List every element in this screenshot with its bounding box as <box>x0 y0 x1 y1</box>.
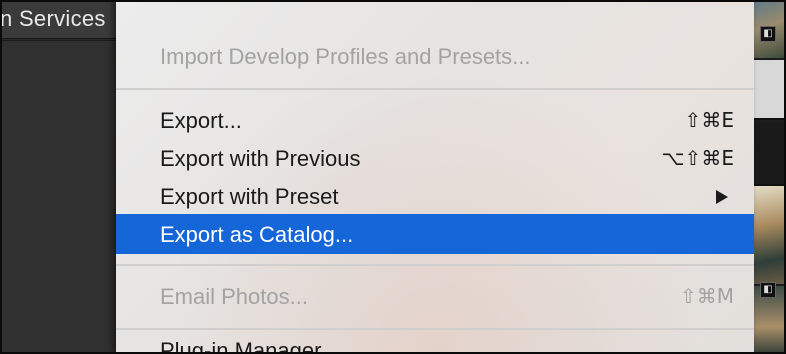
badge-icon: ◧ <box>760 26 776 42</box>
divider <box>754 184 786 186</box>
badge-icon: ◧ <box>760 282 776 298</box>
menu-item-partial[interactable]: Plug-in Manager... <box>160 338 339 354</box>
menu-item-shortcut: ⇧⌘E <box>684 108 734 132</box>
menu-item-export-with-preset[interactable]: Export with Preset <box>116 176 754 216</box>
filmstrip <box>754 0 786 354</box>
photo-thumbnail[interactable] <box>754 60 786 120</box>
submenu-arrow-icon <box>716 190 728 204</box>
left-panel <box>0 41 117 354</box>
menu-separator <box>116 88 754 90</box>
menubar: n Services <box>0 0 120 39</box>
menu-item-shortcut: ⌥⇧⌘E <box>661 146 734 170</box>
menu-item-label: Export... <box>160 108 242 133</box>
menu-item-export[interactable]: Export... ⇧⌘E <box>116 100 754 140</box>
menu-item-email-photos: Email Photos... ⇧⌘M <box>116 276 754 316</box>
menu-item-export-as-catalog[interactable]: Export as Catalog... <box>116 214 754 254</box>
menu-item-export-with-previous[interactable]: Export with Previous ⌥⇧⌘E <box>116 138 754 178</box>
menu-item-label: Import Develop Profiles and Presets... <box>160 44 531 69</box>
menu-item-import-develop-profiles: Import Develop Profiles and Presets... <box>116 36 754 76</box>
menu-item-label: Email Photos... <box>160 284 308 309</box>
menu-separator <box>116 264 754 266</box>
menu-item-label: Export with Previous <box>160 146 361 171</box>
menu-item-shortcut: ⇧⌘M <box>679 284 734 308</box>
divider <box>754 118 786 120</box>
photo-thumbnail[interactable] <box>754 186 786 284</box>
file-menu-dropdown: Import Develop Profiles and Presets... E… <box>116 0 754 354</box>
menu-item-label: Export with Preset <box>160 184 339 209</box>
menu-separator <box>116 328 754 330</box>
menu-item-label: Export as Catalog... <box>160 222 354 247</box>
services-menu[interactable]: n Services <box>0 6 106 32</box>
photo-thumbnail[interactable] <box>754 122 786 184</box>
